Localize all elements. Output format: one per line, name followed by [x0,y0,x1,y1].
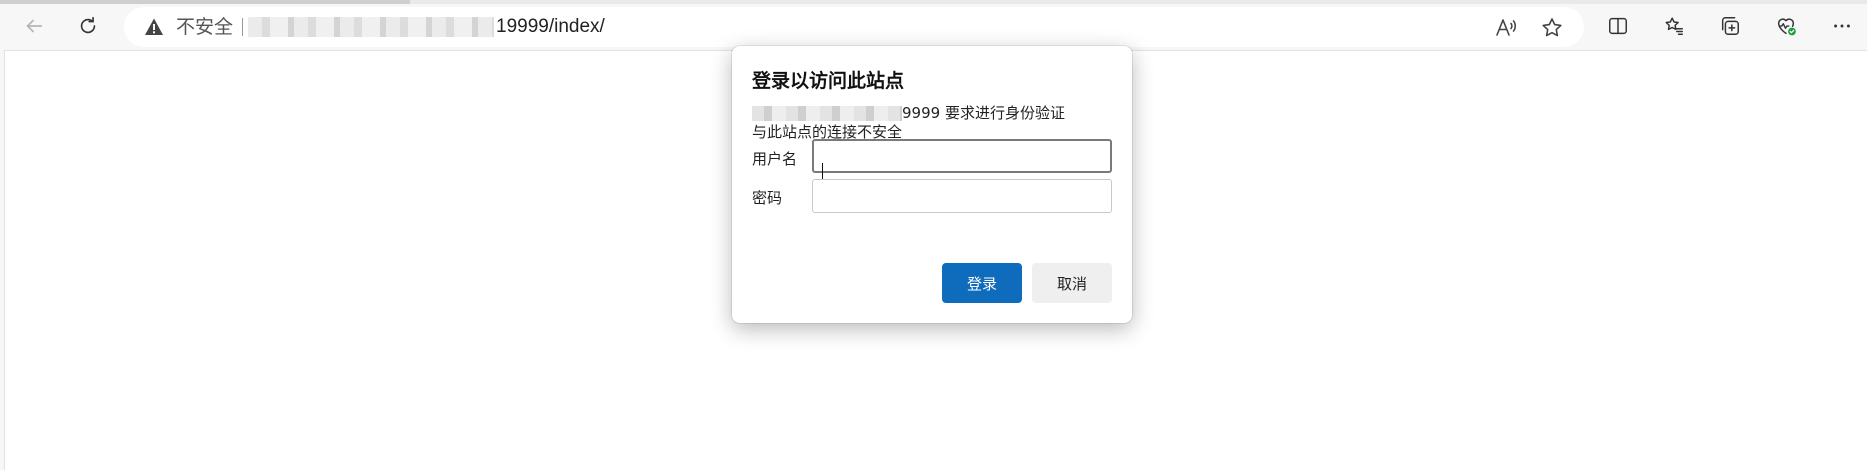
active-tab-indicator[interactable] [0,0,410,4]
favorites-icon [1665,17,1683,35]
collections-button[interactable] [1712,8,1748,44]
redacted-host [752,106,902,121]
read-aloud-icon[interactable] [1494,16,1518,40]
split-screen-button[interactable] [1600,8,1636,44]
browser-essentials-icon [1777,18,1796,36]
auth-dialog: 登录以访问此站点 9999 要求进行身份验证 与此站点的连接不安全 用户名 密码… [732,46,1132,323]
star-icon[interactable] [1540,16,1564,40]
back-button[interactable] [16,8,52,44]
auth-required-text: 9999 要求进行身份验证 [902,104,1065,122]
dialog-host-line: 9999 要求进行身份验证 [752,102,1065,123]
favorites-button[interactable] [1656,8,1692,44]
url-text[interactable]: 19999/index/ [496,16,605,38]
cancel-button[interactable]: 取消 [1032,263,1112,303]
browser-toolbar: 不安全 19999/index/ [0,0,1867,50]
login-button[interactable]: 登录 [942,263,1022,303]
collections-icon [1721,17,1739,35]
username-field[interactable] [812,139,1112,173]
dialog-title: 登录以访问此站点 [752,70,905,92]
password-field[interactable] [812,179,1112,213]
address-bar[interactable]: 不安全 19999/index/ [124,7,1584,47]
refresh-icon [80,16,96,34]
back-arrow-icon [26,19,43,33]
warning-icon [145,18,163,35]
tab-strip [0,0,1867,4]
split-screen-icon [1609,17,1627,35]
more-menu-button[interactable] [1824,8,1860,44]
password-label: 密码 [752,189,783,207]
redacted-host [248,17,494,37]
refresh-button[interactable] [70,8,106,44]
browser-essentials-button[interactable] [1768,8,1804,44]
security-label[interactable]: 不安全 [176,16,233,38]
username-label: 用户名 [752,150,798,168]
more-icon [1834,24,1850,28]
address-separator [242,18,243,36]
